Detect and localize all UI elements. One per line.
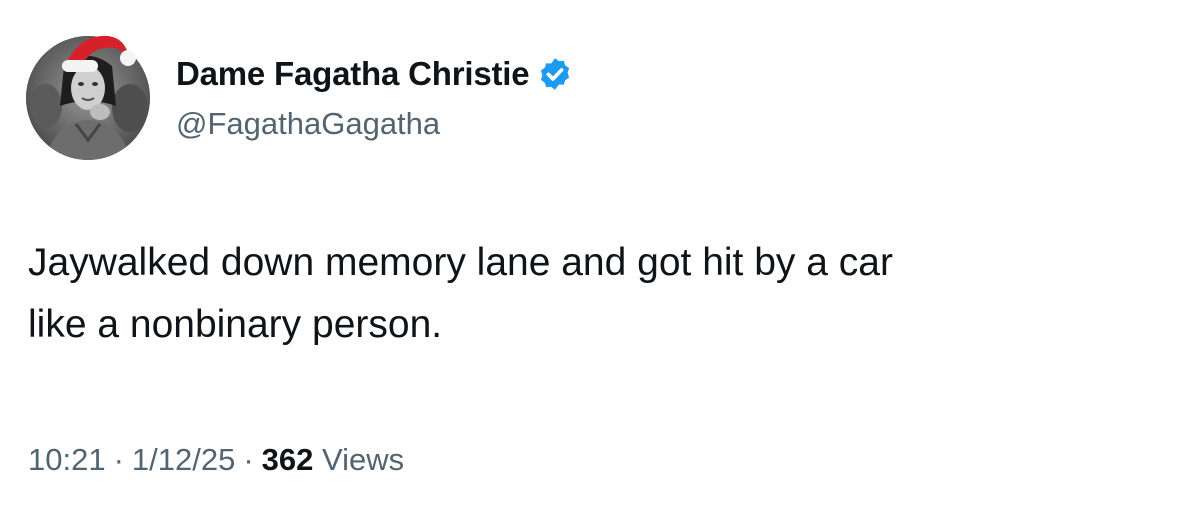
tweet-text: Jaywalked down memory lane and got hit b… bbox=[28, 241, 893, 346]
tweet-meta: 10:21 · 1/12/25 · 362 Views bbox=[28, 442, 404, 478]
views-count[interactable]: 362 bbox=[262, 442, 314, 477]
santa-hat-icon bbox=[62, 35, 136, 72]
views-label: Views bbox=[322, 442, 405, 477]
verified-badge-icon[interactable] bbox=[537, 56, 573, 92]
tweet-card: Dame Fagatha Christie @FagathaGagatha Ja… bbox=[0, 0, 1179, 516]
tweet-time[interactable]: 10:21 bbox=[28, 442, 106, 477]
tweet-date[interactable]: 1/12/25 bbox=[132, 442, 235, 477]
meta-separator: · bbox=[113, 442, 124, 477]
meta-separator: · bbox=[243, 442, 254, 477]
display-name[interactable]: Dame Fagatha Christie bbox=[176, 55, 530, 93]
author-name-row: Dame Fagatha Christie bbox=[176, 52, 573, 96]
author-handle[interactable]: @FagathaGagatha bbox=[176, 106, 440, 142]
